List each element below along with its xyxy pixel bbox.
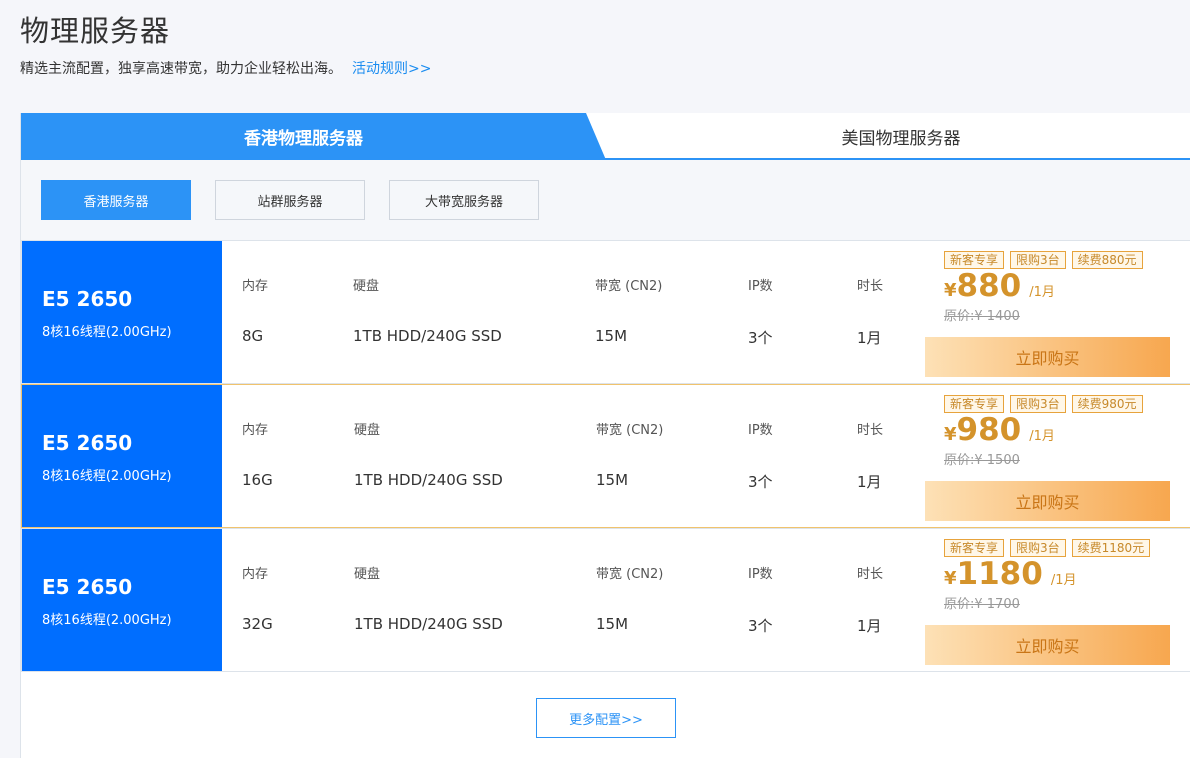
- memory-label: 内存: [242, 279, 269, 294]
- ip-value: 3个: [748, 617, 773, 635]
- original-price: 原价:¥ 1500: [944, 453, 1020, 468]
- cpu-block: E5 2650 8核16线程(2.00GHz): [22, 241, 222, 383]
- price-value: 880: [956, 268, 1022, 304]
- duration-value: 1月: [857, 329, 882, 347]
- disk-label: 硬盘: [353, 279, 380, 294]
- badge-group: 新客专享 限购3台 续费880元: [944, 251, 1143, 269]
- original-price: 原价:¥ 1700: [944, 597, 1020, 612]
- buy-button[interactable]: 立即购买: [925, 481, 1170, 521]
- tab-hongkong[interactable]: 香港物理服务器: [21, 113, 606, 160]
- memory-value: 16G: [242, 471, 273, 489]
- price-period: /1月: [1029, 429, 1055, 444]
- badge-new-customer: 新客专享: [944, 395, 1005, 413]
- badge-group: 新客专享 限购3台 续费1180元: [944, 539, 1151, 557]
- disk-label: 硬盘: [354, 567, 381, 582]
- price-period: /1月: [1050, 573, 1077, 588]
- cpu-spec: 8核16线程(2.00GHz): [42, 613, 172, 628]
- ip-label: IP数: [748, 567, 773, 582]
- cpu-spec: 8核16线程(2.00GHz): [42, 325, 172, 340]
- badge-group: 新客专享 限购3台 续费980元: [944, 395, 1143, 413]
- bandwidth-value: 15M: [596, 615, 629, 633]
- product-row: E5 2650 8核16线程(2.00GHz) 内存 硬盘 带宽 (CN2) I…: [21, 240, 1190, 384]
- currency-symbol: ¥: [944, 424, 957, 445]
- subtitle-text: 精选主流配置，独享高速带宽，助力企业轻松出海。: [20, 61, 342, 77]
- disk-label: 硬盘: [354, 423, 381, 438]
- badge-new-customer: 新客专享: [944, 251, 1005, 269]
- memory-value: 8G: [242, 327, 264, 345]
- badge-new-customer: 新客专享: [944, 539, 1005, 557]
- bandwidth-label: 带宽 (CN2): [596, 423, 664, 438]
- more-configs-button[interactable]: 更多配置>>: [536, 698, 676, 738]
- subtab-hk-server[interactable]: 香港服务器: [41, 180, 191, 220]
- price-period: /1月: [1029, 285, 1055, 300]
- ip-label: IP数: [748, 279, 773, 294]
- buy-button[interactable]: 立即购买: [925, 625, 1170, 665]
- product-row: E5 2650 8核16线程(2.00GHz) 内存 硬盘 带宽 (CN2) I…: [21, 384, 1190, 528]
- badge-limit: 限购3台: [1010, 539, 1066, 557]
- badge-renewal: 续费880元: [1071, 251, 1143, 269]
- page-title: 物理服务器: [20, 14, 171, 48]
- cpu-model: E5 2650: [42, 575, 133, 599]
- duration-value: 1月: [857, 473, 882, 491]
- tab-usa[interactable]: 美国物理服务器: [611, 113, 1190, 160]
- currency-symbol: ¥: [944, 568, 957, 589]
- duration-label: 时长: [857, 567, 884, 582]
- disk-value: 1TB HDD/240G SSD: [354, 615, 503, 633]
- memory-label: 内存: [242, 423, 269, 438]
- product-row: E5 2650 8核16线程(2.00GHz) 内存 硬盘 带宽 (CN2) I…: [21, 528, 1190, 672]
- disk-value: 1TB HDD/240G SSD: [353, 327, 502, 345]
- duration-label: 时长: [857, 279, 884, 294]
- badge-limit: 限购3台: [1010, 251, 1066, 269]
- cpu-model: E5 2650: [42, 431, 133, 455]
- cpu-block: E5 2650 8核16线程(2.00GHz): [22, 385, 222, 527]
- badge-renewal: 续费980元: [1071, 395, 1143, 413]
- ip-value: 3个: [748, 473, 773, 491]
- memory-label: 内存: [242, 567, 269, 582]
- duration-value: 1月: [857, 617, 882, 635]
- bandwidth-label: 带宽 (CN2): [595, 279, 663, 294]
- badge-renewal: 续费1180元: [1071, 539, 1151, 557]
- badge-limit: 限购3台: [1010, 395, 1066, 413]
- bandwidth-value: 15M: [595, 327, 628, 345]
- bandwidth-label: 带宽 (CN2): [596, 567, 664, 582]
- currency-symbol: ¥: [944, 280, 957, 301]
- memory-value: 32G: [242, 615, 273, 633]
- cpu-model: E5 2650: [42, 287, 133, 311]
- region-tabs: 香港物理服务器 美国物理服务器: [21, 113, 1190, 160]
- cpu-block: E5 2650 8核16线程(2.00GHz): [22, 529, 222, 671]
- disk-value: 1TB HDD/240G SSD: [354, 471, 503, 489]
- duration-label: 时长: [857, 423, 884, 438]
- price-value: 980: [956, 412, 1022, 448]
- price: ¥980/1月: [944, 412, 1055, 448]
- subcategory-tabs: 香港服务器 站群服务器 大带宽服务器: [21, 160, 1190, 240]
- rules-link[interactable]: 活动规则>>: [352, 61, 431, 77]
- cpu-spec: 8核16线程(2.00GHz): [42, 469, 172, 484]
- bandwidth-value: 15M: [596, 471, 629, 489]
- price: ¥1180/1月: [944, 556, 1076, 592]
- price: ¥880/1月: [944, 268, 1055, 304]
- page-subtitle: 精选主流配置，独享高速带宽，助力企业轻松出海。 活动规则>>: [20, 58, 431, 78]
- subtab-site-cluster[interactable]: 站群服务器: [215, 180, 365, 220]
- price-value: 1180: [956, 556, 1043, 592]
- original-price: 原价:¥ 1400: [944, 309, 1020, 324]
- subtab-high-bandwidth[interactable]: 大带宽服务器: [389, 180, 539, 220]
- ip-label: IP数: [748, 423, 773, 438]
- buy-button[interactable]: 立即购买: [925, 337, 1170, 377]
- ip-value: 3个: [748, 329, 773, 347]
- product-panel: 香港物理服务器 美国物理服务器 香港服务器 站群服务器 大带宽服务器 E5 26…: [20, 113, 1190, 758]
